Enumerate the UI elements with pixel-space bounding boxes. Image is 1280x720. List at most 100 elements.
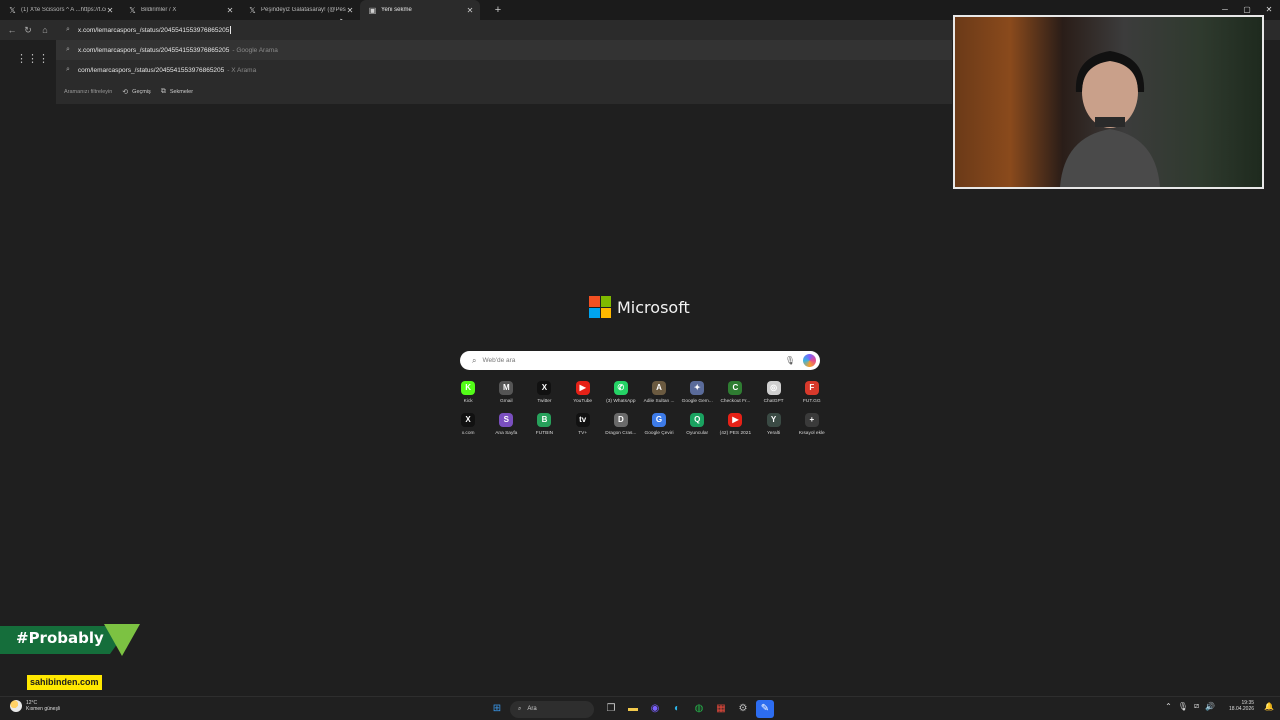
clock[interactable]: 19:35 18.04.2026 <box>1229 700 1254 712</box>
quick-link-label: ChatGPT <box>763 399 784 404</box>
taskbar-apps: ⊞ ⌕ Ara ❐ ▬ ◉ ◐ ◍ ▦ ⚙ ✎ <box>488 700 778 718</box>
network-icon[interactable]: ⧄ <box>1194 701 1199 711</box>
web-search-box[interactable]: ⌕ Web'de ara 🎙 <box>460 351 820 370</box>
quick-link-tile[interactable]: Xx.com <box>449 411 487 443</box>
calendar-icon[interactable]: ▦ <box>712 700 730 718</box>
quick-link-icon: K <box>461 381 476 395</box>
quick-link-label: TV+ <box>578 431 588 436</box>
quick-link-icon: Q <box>690 413 705 427</box>
close-icon[interactable]: ✕ <box>106 6 114 15</box>
volume-icon[interactable]: 🔊 <box>1205 702 1215 711</box>
logo-square-green <box>600 296 611 307</box>
quick-link-icon: M <box>499 381 514 395</box>
tab-4[interactable]: ▣ Yeni sekme ✕ <box>360 0 480 20</box>
quick-link-icon: ▶ <box>728 413 743 427</box>
quick-link-tile[interactable]: X Twitter <box>525 379 563 411</box>
quick-link-label: Oyuncular <box>686 431 709 436</box>
close-icon[interactable]: ✕ <box>226 6 234 15</box>
search-icon: ⌕ <box>66 26 70 33</box>
start-icon[interactable]: ⊞ <box>488 700 506 718</box>
suggestion-dropdown: ⌕ x.com/lemarcaspors_/status/20455415539… <box>56 40 952 104</box>
sponsor-logo: sahibinden.com <box>27 675 102 690</box>
mic-tray-icon[interactable]: 🎙 <box>1178 702 1188 711</box>
quick-link-tile[interactable]: ✆ (3) WhatsApp <box>602 379 640 411</box>
quick-link-label: x.com <box>461 431 475 436</box>
quick-link-tile[interactable]: Y Yeralti <box>755 411 793 443</box>
logo-square-yellow <box>600 307 611 318</box>
x-icon: 𝕏 <box>249 5 256 15</box>
address-input[interactable]: x.com/lemarcaspors_/status/2045541553976… <box>78 27 229 34</box>
search-placeholder[interactable]: Web'de ara <box>482 357 784 364</box>
filter-tabs-label: Sekmeler <box>169 89 194 95</box>
quick-link-icon: ◎ <box>766 381 781 395</box>
back-icon[interactable]: ← <box>6 24 18 36</box>
suggestion-item[interactable]: ⌕ com/lemarcaspors_/status/2045541553976… <box>56 60 952 80</box>
suggestion-hint: - X Arama <box>227 66 257 74</box>
search-icon: ⌕ <box>472 355 477 365</box>
microphone-icon[interactable]: 🎙 <box>785 356 795 365</box>
quick-link-tile[interactable]: S Ana Sayfa <box>487 411 525 443</box>
filter-tabs-button[interactable]: ⧉ Sekmeler <box>161 88 193 96</box>
quick-link-icon: Y <box>766 413 781 427</box>
new-tab-button[interactable]: + <box>490 2 506 18</box>
system-tray: ⌃ 🎙 ⧄ 🔊 19:35 18.04.2026 🔔 <box>1165 700 1274 712</box>
quick-link-tile[interactable]: ▶ YouTube <box>564 379 602 411</box>
refresh-icon[interactable]: ↻ <box>22 24 34 36</box>
notification-icon[interactable]: 🔔 <box>1264 702 1274 711</box>
quick-link-tile[interactable]: ◎ ChatGPT <box>755 379 793 411</box>
copilot-icon[interactable] <box>803 354 816 367</box>
quick-link-tile[interactable]: M Gmail <box>487 379 525 411</box>
quick-link-tile[interactable]: Q Oyuncular <box>678 411 716 443</box>
suggestion-item[interactable]: ⌕ x.com/lemarcaspors_/status/20455415539… <box>56 40 952 60</box>
quick-link-label: Dragon Cras... <box>605 431 637 436</box>
quick-link-label: (3) WhatsApp <box>606 399 636 404</box>
quick-link-tile[interactable]: tv TV+ <box>564 411 602 443</box>
quick-link-icon: G <box>652 413 667 427</box>
settings-icon[interactable]: ⚙ <box>734 700 752 718</box>
task-view-icon[interactable]: ❐ <box>602 700 620 718</box>
chevron-up-icon[interactable]: ⌃ <box>1165 702 1172 711</box>
close-icon[interactable]: ✕ <box>466 6 474 15</box>
hashtag-text: #Probably <box>16 629 104 647</box>
quick-link-label: Gmail <box>500 399 513 404</box>
quick-link-tile[interactable]: B FUTBIN <box>525 411 563 443</box>
quick-link-icon: B <box>537 413 552 427</box>
quick-link-tile[interactable]: ▶ (42) PES 2021 <box>716 411 754 443</box>
microsoft-logo: Microsoft <box>589 296 690 318</box>
quick-link-tile[interactable]: D Dragon Cras... <box>602 411 640 443</box>
search-icon: ⌕ <box>518 705 522 712</box>
file-explorer-icon[interactable]: ▬ <box>624 700 642 718</box>
tab-1[interactable]: 𝕏 (1) X'te Scissors ^ A ...https://t.co/… <box>0 0 120 20</box>
quick-link-tile[interactable]: K Kick <box>449 379 487 411</box>
pen-app-icon[interactable]: ✎ <box>756 700 774 718</box>
quick-link-tile[interactable]: G Google Çeviri <box>640 411 678 443</box>
search-icon: ⌕ <box>66 46 70 53</box>
quick-link-label: Ana Sayfa <box>495 431 518 436</box>
taskbar-search-label: Ara <box>527 706 537 712</box>
weather-widget[interactable]: 12°C Kısmen güneşli <box>10 700 60 712</box>
filter-history-button[interactable]: ⟲ Geçmiş <box>122 88 151 96</box>
quick-link-label: FUTBIN <box>535 431 554 436</box>
quick-link-tile[interactable]: A Adile Sultan ... <box>640 379 678 411</box>
quick-link-icon: S <box>499 413 514 427</box>
xbox-icon[interactable]: ◍ <box>690 700 708 718</box>
quick-link-icon: C <box>728 381 743 395</box>
home-icon[interactable]: ⌂ <box>39 24 51 36</box>
quick-link-tile[interactable]: ✦ Google Gem... <box>678 379 716 411</box>
clock-date: 18.04.2026 <box>1229 706 1255 712</box>
search-icon: ⌕ <box>66 66 70 73</box>
quick-link-tile[interactable]: + Kısayol ekle <box>793 411 831 443</box>
edge-icon[interactable]: ◐ <box>668 700 686 718</box>
chat-icon[interactable]: ◉ <box>646 700 664 718</box>
taskbar-search[interactable]: ⌕ Ara <box>510 700 594 718</box>
apps-grid-icon[interactable]: ⋮⋮⋮ <box>16 53 49 65</box>
quick-link-tile[interactable]: C Checkout Fr... <box>716 379 754 411</box>
tab-2[interactable]: 𝕏 Bildirimler / X ✕ <box>120 0 240 20</box>
quick-link-label: YouTube <box>573 399 593 404</box>
quick-link-label: Kısayol ekle <box>798 431 825 436</box>
address-bar[interactable]: ⌕ x.com/lemarcaspors_/status/20455415539… <box>56 20 952 40</box>
brand-name: Microsoft <box>617 297 690 317</box>
close-icon[interactable]: ✕ <box>346 6 354 15</box>
quick-link-icon: D <box>613 413 628 427</box>
quick-link-tile[interactable]: F FUT.GG <box>793 379 831 411</box>
